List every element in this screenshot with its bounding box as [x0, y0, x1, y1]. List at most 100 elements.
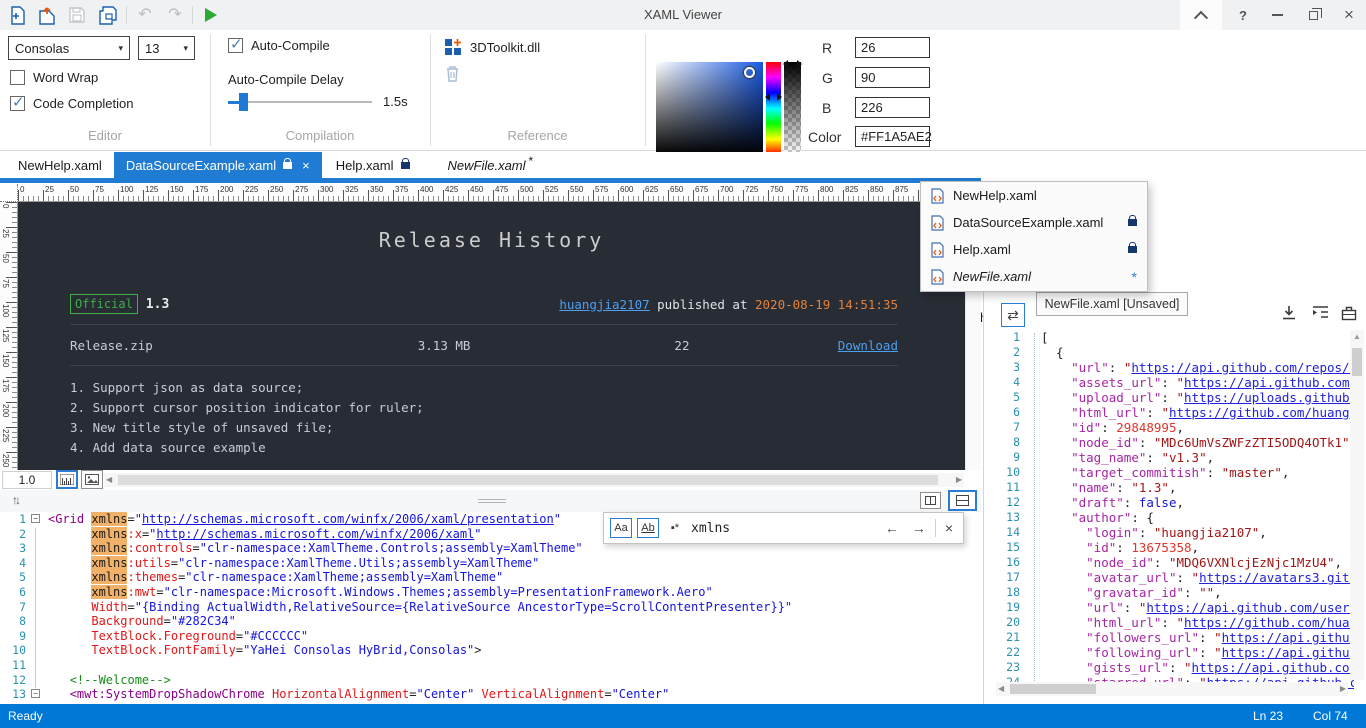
- line-number: 6: [19, 584, 26, 599]
- line-number: 23: [1006, 660, 1020, 674]
- ruler-tick-label: 100: [120, 185, 134, 194]
- scroll-right-arrow[interactable]: ▶: [1340, 682, 1346, 696]
- preview-horizontal-scrollbar[interactable]: ◀ ▶: [104, 473, 964, 487]
- reference-dll-item[interactable]: 3DToolkit.dll: [470, 40, 540, 55]
- code-completion-checkbox[interactable]: Code Completion: [10, 93, 133, 111]
- active-tab-underline: [0, 178, 981, 183]
- release-file-size: 3.13 MB: [417, 337, 471, 353]
- collapse-ribbon-button[interactable]: [1180, 0, 1222, 30]
- tab-DataSourceExample.xaml[interactable]: DataSourceExample.xaml ×: [113, 152, 322, 178]
- minimize-button[interactable]: [1260, 0, 1294, 30]
- whole-word-button[interactable]: Ab: [637, 518, 659, 538]
- tab-NewHelp.xaml[interactable]: NewHelp.xaml: [6, 152, 114, 178]
- xaml-file-icon: [931, 187, 944, 204]
- g-input[interactable]: 90: [855, 67, 930, 88]
- line-number: 10: [1006, 465, 1020, 479]
- auto-compile-checkbox[interactable]: Auto-Compile: [228, 35, 330, 53]
- delay-slider-thumb[interactable]: [239, 93, 248, 111]
- ruler-tick-label: 250: [1, 454, 10, 468]
- download-icon[interactable]: [1281, 305, 1299, 323]
- run-icon[interactable]: [200, 5, 222, 25]
- split-vertical-button[interactable]: [920, 492, 941, 509]
- scroll-sync-icon[interactable]: ↑↓: [12, 493, 21, 507]
- undo-icon[interactable]: ↶: [134, 5, 156, 25]
- split-horizontal-button[interactable]: [948, 490, 977, 511]
- code-line: 5 "upload_url": "https://uploads.github.…: [994, 390, 1354, 405]
- close-button[interactable]: ×: [1332, 0, 1366, 30]
- tab-Help.xaml[interactable]: Help.xaml: [324, 152, 422, 178]
- line-number: 18: [1006, 585, 1020, 599]
- ruler-tick-label: 675: [695, 185, 709, 194]
- json-file-tab[interactable]: NewFile.xaml [Unsaved]: [1036, 292, 1188, 316]
- scroll-right-arrow[interactable]: ▶: [956, 473, 962, 487]
- splitter-grip[interactable]: [478, 499, 506, 500]
- package-icon[interactable]: [1341, 305, 1359, 323]
- fold-marker[interactable]: −: [31, 514, 40, 523]
- ruler-tick-label: 50: [70, 185, 79, 194]
- open-file-icon[interactable]: [36, 5, 58, 25]
- search-input[interactable]: [691, 517, 876, 539]
- font-family-select[interactable]: Consolas ▾: [8, 36, 130, 60]
- refresh-data-button[interactable]: ⇄: [1001, 303, 1025, 327]
- xaml-viewer-window: ↶ ↷ XAML Viewer ? × Consolas ▾ 13 ▾ Word W…: [0, 0, 1366, 728]
- menu-item-DataSourceExample.xaml[interactable]: DataSourceExample.xaml: [921, 209, 1147, 236]
- match-case-button[interactable]: Aa: [610, 518, 632, 538]
- json-vertical-scrollbar[interactable]: ▲: [1350, 330, 1364, 680]
- scroll-left-arrow[interactable]: ◀: [998, 682, 1004, 696]
- ruler-tick-label: 600: [620, 185, 634, 194]
- alpha-slider[interactable]: [783, 60, 802, 155]
- redo-icon[interactable]: ↷: [164, 5, 186, 25]
- b-input[interactable]: 226: [855, 97, 930, 118]
- tab-NewFile.xaml[interactable]: NewFile.xaml *: [436, 152, 546, 178]
- splitter-bar[interactable]: ↑↓: [0, 490, 981, 512]
- menu-item-Help.xaml[interactable]: Help.xaml: [921, 236, 1147, 263]
- ruler-tick-label: 75: [95, 185, 104, 194]
- scrollbar-thumb[interactable]: [1010, 684, 1096, 694]
- find-next-icon[interactable]: →: [908, 520, 930, 536]
- save-icon[interactable]: [66, 5, 88, 25]
- ruler-tick-label: 275: [295, 185, 309, 194]
- close-search-icon[interactable]: ×: [941, 520, 957, 536]
- delete-reference-icon[interactable]: [444, 64, 461, 88]
- scrollbar-thumb[interactable]: [1352, 348, 1362, 376]
- saturation-value-picker[interactable]: [656, 62, 763, 155]
- download-link[interactable]: Download: [838, 338, 898, 353]
- close-tab-icon[interactable]: ×: [302, 158, 310, 173]
- find-previous-icon[interactable]: ←: [881, 520, 903, 536]
- code-line: 10 "target_commitish": "master",: [994, 465, 1354, 480]
- new-file-icon[interactable]: [6, 5, 28, 25]
- image-toggle-button[interactable]: [81, 470, 103, 489]
- format-json-icon[interactable]: [1312, 305, 1330, 323]
- restore-button[interactable]: [1296, 0, 1330, 30]
- hue-slider[interactable]: [765, 62, 782, 155]
- color-hex-input[interactable]: #FF1A5AE2: [855, 126, 932, 147]
- save-all-icon[interactable]: [96, 5, 118, 25]
- sv-selector[interactable]: [744, 67, 755, 78]
- release-badge: Official: [70, 294, 138, 314]
- delay-value: 1.5s: [383, 94, 408, 109]
- scroll-left-arrow[interactable]: ◀: [106, 473, 112, 487]
- word-wrap-checkbox[interactable]: Word Wrap: [10, 70, 98, 85]
- line-number: 19: [1006, 600, 1020, 614]
- scrollbar-thumb[interactable]: [118, 475, 938, 485]
- json-code-view[interactable]: 1[2 {3 "url": "https://api.github.com/re…: [994, 330, 1354, 690]
- font-size-select[interactable]: 13 ▾: [138, 36, 195, 60]
- line-number: 2: [19, 526, 26, 541]
- zoom-level-input[interactable]: 1.0: [2, 471, 52, 489]
- code-line: 13− <mwt:SystemDropShadowChrome Horizont…: [0, 687, 981, 702]
- delay-slider-track[interactable]: [228, 101, 372, 103]
- line-number: 9: [19, 628, 26, 643]
- release-author-link[interactable]: huangjia2107: [559, 297, 649, 312]
- r-input[interactable]: 26: [855, 37, 930, 58]
- scroll-up-arrow[interactable]: ▲: [1353, 332, 1361, 341]
- add-reference-icon[interactable]: [444, 38, 462, 56]
- menu-item-NewHelp.xaml[interactable]: NewHelp.xaml: [921, 182, 1147, 209]
- regex-button[interactable]: ▪*: [664, 518, 686, 538]
- menu-item-label: NewFile.xaml: [953, 269, 1032, 284]
- json-horizontal-scrollbar[interactable]: ◀ ▶: [996, 682, 1348, 696]
- help-button[interactable]: ?: [1226, 0, 1260, 30]
- menu-item-NewFile.xaml[interactable]: NewFile.xaml *: [921, 263, 1147, 290]
- line-number: 4: [1013, 375, 1020, 389]
- fold-marker[interactable]: −: [31, 689, 40, 699]
- ruler-toggle-button[interactable]: [56, 470, 78, 489]
